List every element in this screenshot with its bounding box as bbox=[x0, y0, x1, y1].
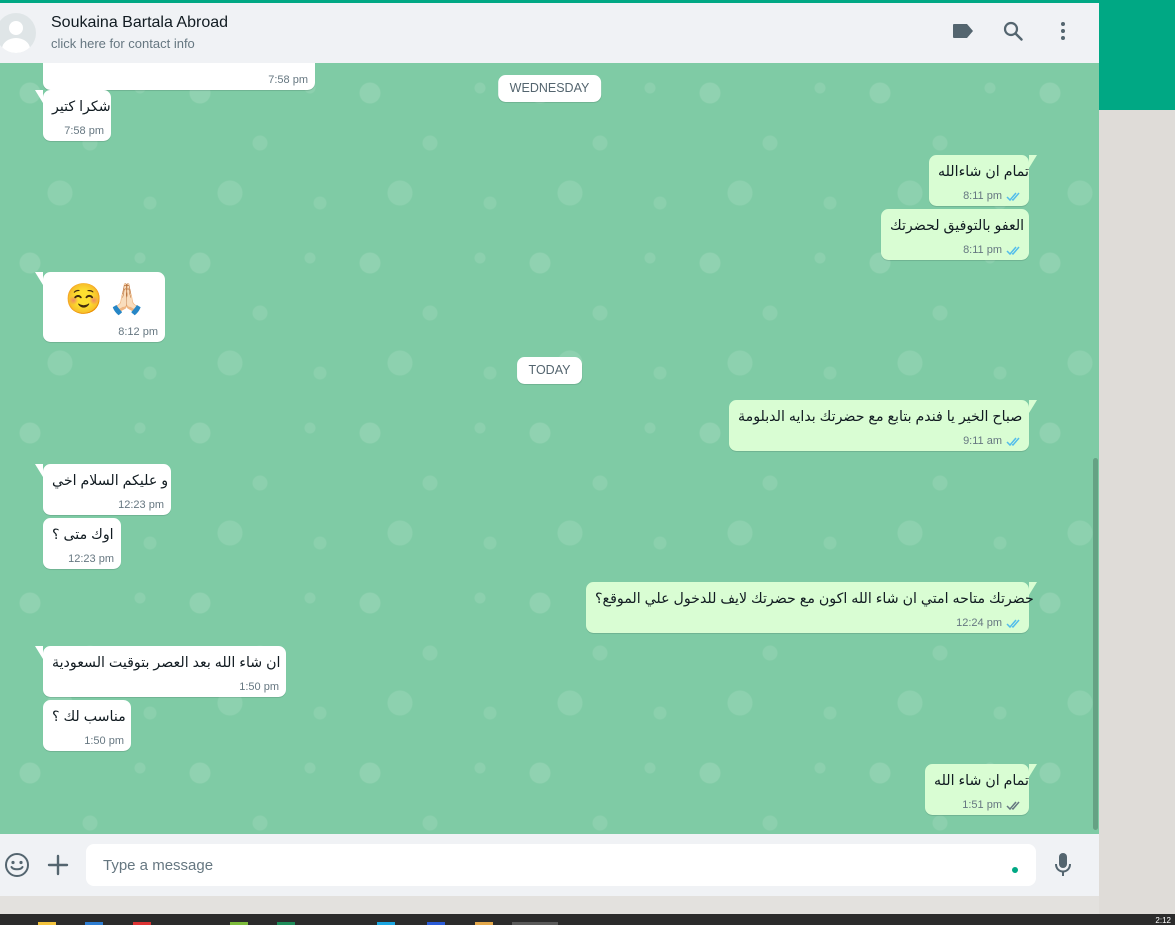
message-text: مناسب لك ؟ bbox=[52, 709, 126, 725]
menu-icon[interactable] bbox=[1051, 19, 1075, 43]
conversation-header[interactable]: Soukaina Bartala Abroad click here for c… bbox=[0, 3, 1099, 63]
message-time: 12:23 pm bbox=[68, 553, 114, 565]
message-time: 7:58 pm bbox=[64, 125, 104, 137]
message-time: 9:11 am bbox=[963, 435, 1002, 447]
message-text: العفو بالتوفيق لحضرتك bbox=[890, 218, 1025, 234]
mic-icon[interactable] bbox=[1050, 852, 1076, 878]
message-bubble-incoming[interactable]: شكرا كتير 7:58 pm bbox=[35, 90, 111, 141]
emoji-icon[interactable] bbox=[4, 852, 30, 878]
message-meta: 12:23 pm bbox=[68, 553, 114, 565]
background-accent-panel bbox=[1099, 3, 1175, 110]
attach-icon[interactable] bbox=[45, 852, 71, 878]
message-input[interactable] bbox=[86, 844, 1036, 886]
day-separator: WEDNESDAY bbox=[497, 75, 602, 102]
avatar[interactable] bbox=[0, 13, 36, 53]
read-receipt-icon bbox=[1006, 437, 1020, 446]
message-meta: 1:51 pm bbox=[962, 799, 1022, 811]
message-text: تمام ان شاءالله bbox=[938, 164, 1029, 180]
message-text: و عليكم السلام اخي bbox=[52, 473, 169, 489]
message-meta: 8:11 pm bbox=[963, 190, 1022, 202]
emoji-message: ☺️🙏🏻 bbox=[65, 283, 152, 316]
input-status-dot bbox=[1012, 867, 1018, 873]
message-bubble-outgoing[interactable]: تمام ان شاءالله 8:11 pm bbox=[929, 155, 1037, 206]
label-icon[interactable] bbox=[951, 19, 975, 43]
message-bubble-outgoing[interactable]: تمام ان شاء الله 1:51 pm bbox=[925, 764, 1037, 815]
message-bubble-incoming[interactable]: 7:58 pm bbox=[43, 63, 315, 90]
search-icon[interactable] bbox=[1001, 19, 1025, 43]
message-meta: 12:24 pm bbox=[956, 617, 1022, 629]
message-bubble-outgoing[interactable]: صباح الخير يا فندم بتابع مع حضرتك بدايه … bbox=[729, 400, 1037, 451]
message-text: ان شاء الله بعد العصر بتوقيت السعودية bbox=[52, 655, 281, 671]
message-text: شكرا كتير bbox=[52, 99, 111, 115]
message-bubble-incoming[interactable]: اوك متى ؟ 12:23 pm bbox=[43, 518, 121, 569]
chat-window: Soukaina Bartala Abroad click here for c… bbox=[0, 3, 1099, 896]
message-bubble-incoming[interactable]: و عليكم السلام اخي 12:23 pm bbox=[35, 464, 171, 515]
message-time: 1:50 pm bbox=[84, 735, 124, 747]
read-receipt-icon bbox=[1006, 619, 1020, 628]
message-composer bbox=[0, 834, 1099, 896]
message-list[interactable]: 7:58 pm WEDNESDAY شكرا كتير 7:58 pm تمام… bbox=[0, 63, 1099, 834]
message-meta: 12:23 pm bbox=[118, 499, 164, 511]
read-receipt-icon bbox=[1006, 192, 1020, 201]
message-text: اوك متى ؟ bbox=[52, 527, 114, 543]
message-meta: 9:11 am bbox=[963, 435, 1022, 447]
message-time: 8:12 pm bbox=[118, 326, 158, 338]
read-receipt-icon bbox=[1006, 246, 1020, 255]
message-text: صباح الخير يا فندم بتابع مع حضرتك بدايه … bbox=[738, 409, 1023, 425]
contact-info-link[interactable]: click here for contact info bbox=[51, 36, 195, 51]
delivered-receipt-icon bbox=[1006, 801, 1020, 810]
message-bubble-incoming[interactable]: مناسب لك ؟ 1:50 pm bbox=[43, 700, 131, 751]
message-meta: 7:58 pm bbox=[268, 74, 308, 86]
scrollbar[interactable] bbox=[1093, 458, 1098, 830]
message-meta: 1:50 pm bbox=[239, 681, 279, 693]
message-time: 1:51 pm bbox=[962, 799, 1002, 811]
message-time: 7:58 pm bbox=[268, 74, 308, 86]
message-time: 8:11 pm bbox=[963, 244, 1002, 256]
avatar-body-shape bbox=[2, 38, 30, 53]
os-taskbar: 2:12 bbox=[0, 914, 1175, 925]
message-bubble-outgoing[interactable]: العفو بالتوفيق لحضرتك 8:11 pm bbox=[881, 209, 1029, 260]
message-meta: 7:58 pm bbox=[64, 125, 104, 137]
contact-name[interactable]: Soukaina Bartala Abroad bbox=[51, 14, 228, 32]
message-text: حضرتك متاحه امتي ان شاء الله اكون مع حضر… bbox=[595, 591, 1034, 607]
day-separator: TODAY bbox=[516, 357, 583, 384]
message-meta: 8:12 pm bbox=[118, 326, 158, 338]
message-time: 12:23 pm bbox=[118, 499, 164, 511]
background-panel bbox=[1099, 110, 1175, 914]
message-bubble-incoming[interactable]: ☺️🙏🏻 8:12 pm bbox=[35, 272, 165, 342]
message-text: تمام ان شاء الله bbox=[934, 773, 1029, 789]
message-time: 8:11 pm bbox=[963, 190, 1002, 202]
message-bubble-incoming[interactable]: ان شاء الله بعد العصر بتوقيت السعودية 1:… bbox=[35, 646, 286, 697]
message-time: 12:24 pm bbox=[956, 617, 1002, 629]
message-meta: 1:50 pm bbox=[84, 735, 124, 747]
message-time: 1:50 pm bbox=[239, 681, 279, 693]
message-meta: 8:11 pm bbox=[963, 244, 1022, 256]
message-bubble-outgoing[interactable]: حضرتك متاحه امتي ان شاء الله اكون مع حضر… bbox=[586, 582, 1037, 633]
taskbar-clock[interactable]: 2:12 bbox=[1155, 916, 1171, 925]
avatar-head-shape bbox=[9, 21, 23, 35]
